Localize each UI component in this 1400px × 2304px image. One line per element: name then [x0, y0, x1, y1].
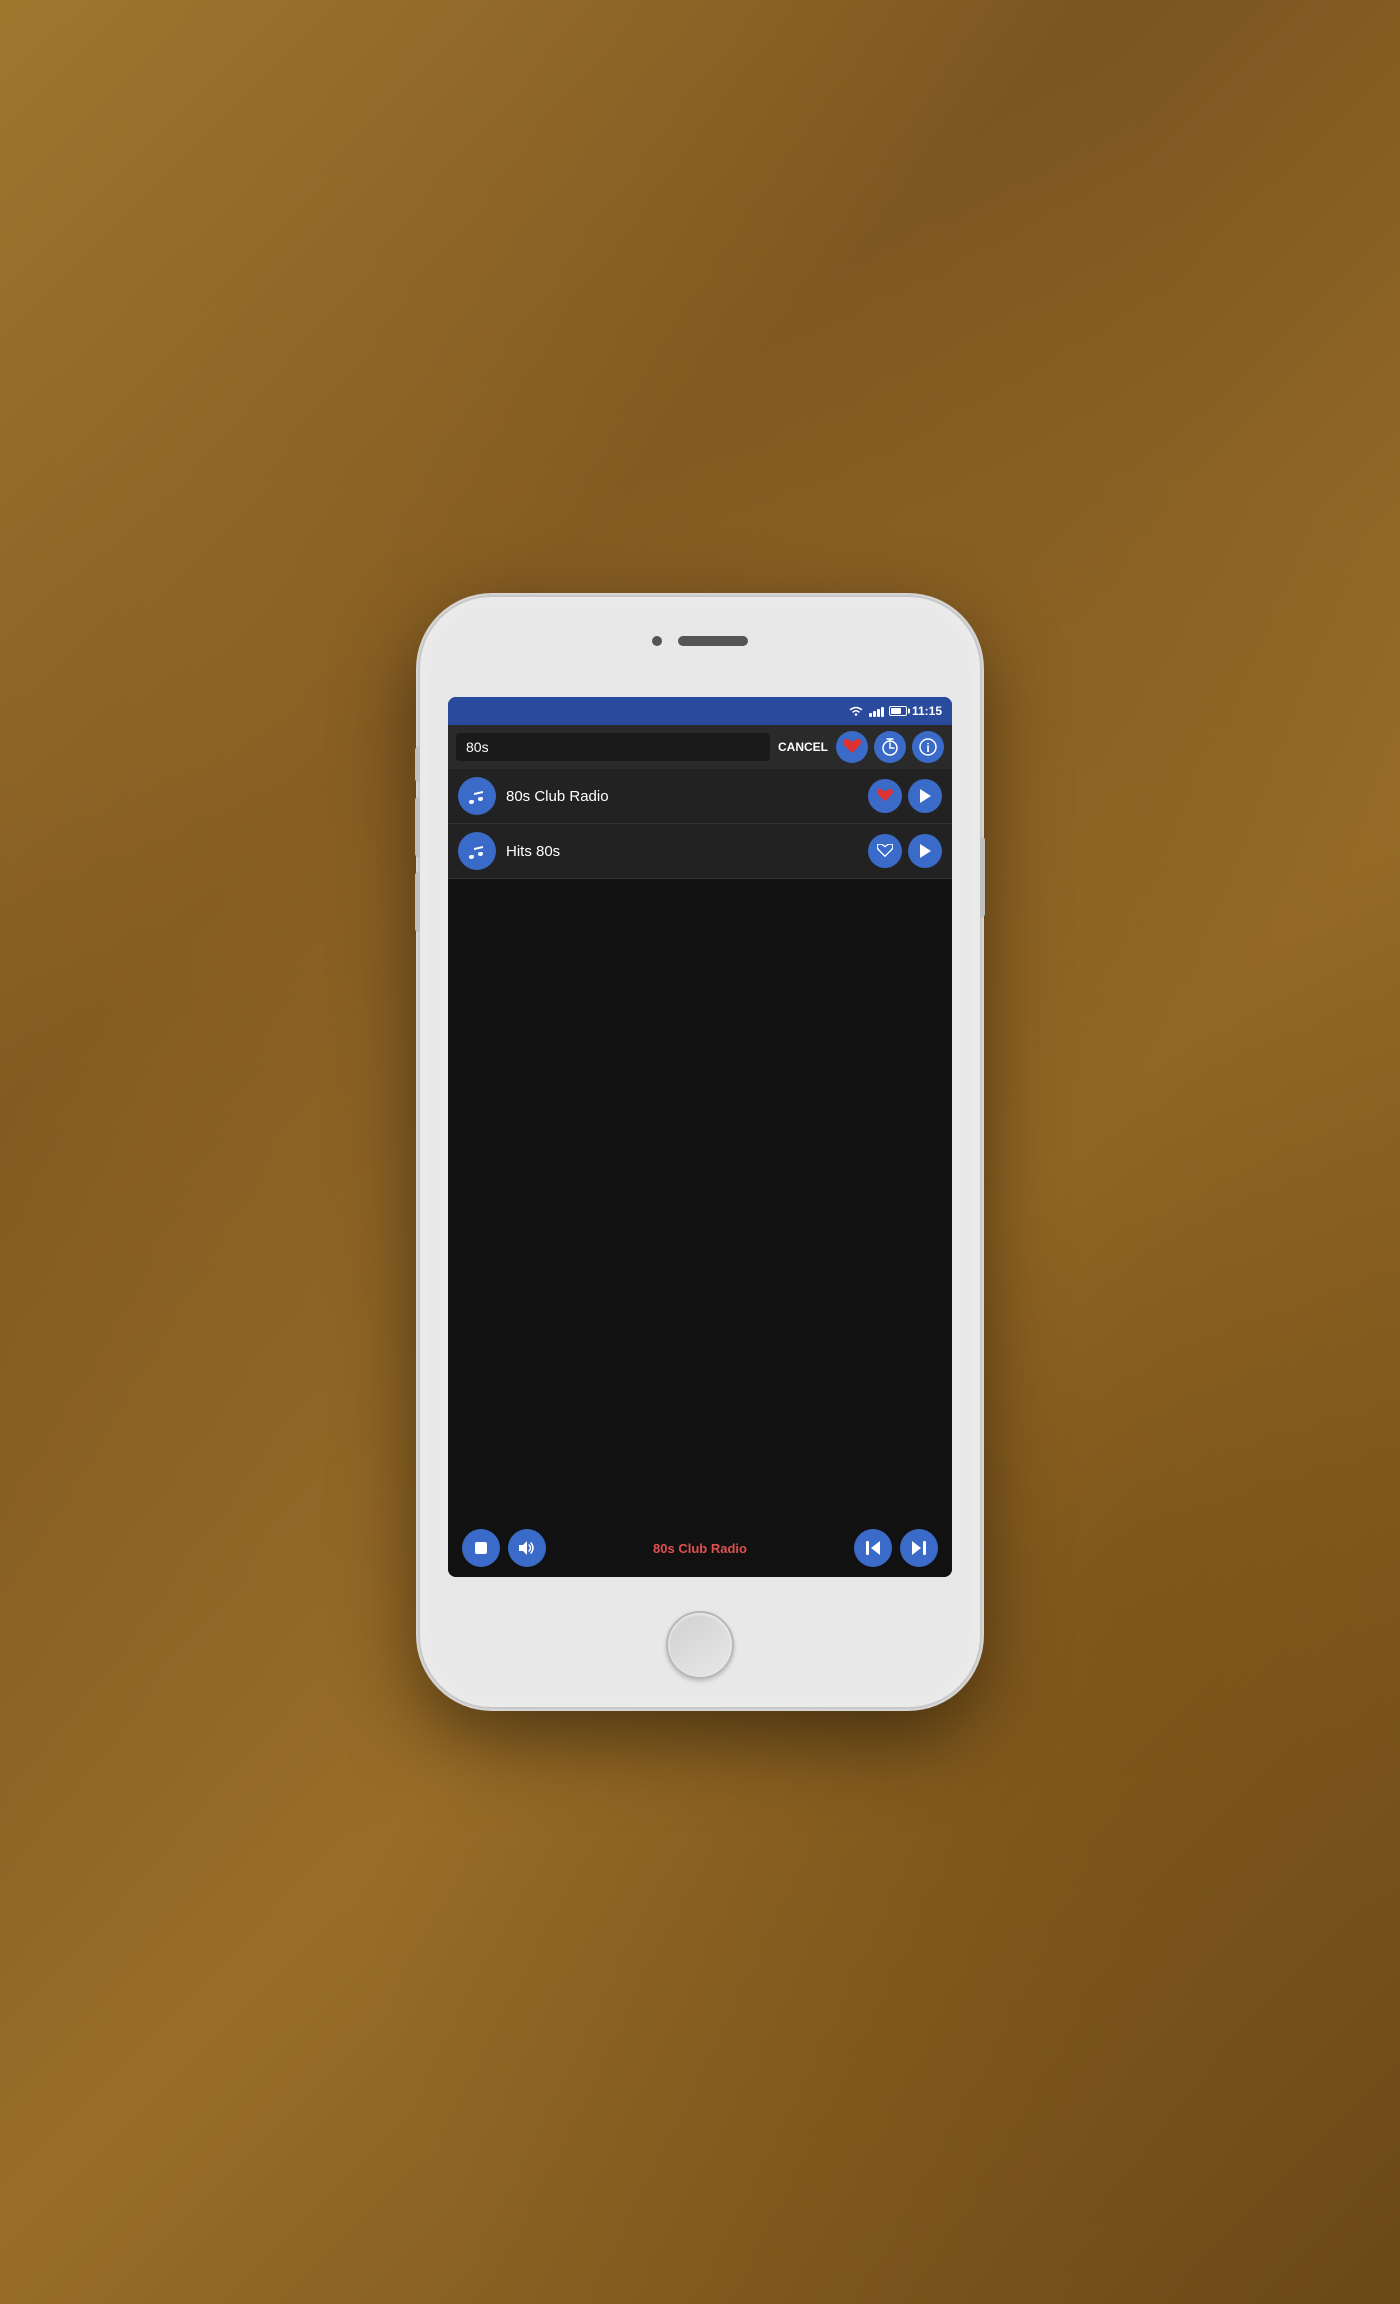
station-name-2: Hits 80s [506, 843, 858, 860]
svg-text:i: i [926, 741, 929, 755]
app-container: 11:15 CANCEL [448, 697, 952, 1577]
volume-icon [518, 1540, 536, 1556]
wifi-icon [848, 705, 864, 717]
heart-filled-icon [877, 789, 893, 803]
phone-frame: 11:15 CANCEL [420, 597, 980, 1707]
play-button-2[interactable] [908, 834, 942, 868]
timer-button[interactable] [874, 731, 906, 763]
favorite-button-1[interactable] [868, 779, 902, 813]
station-row: Hits 80s [448, 824, 952, 879]
info-icon: i [919, 738, 937, 756]
station-music-icon [458, 832, 496, 870]
timer-icon [881, 738, 899, 756]
bottom-bar: 80s Club Radio [448, 1519, 952, 1577]
cancel-button[interactable]: CANCEL [776, 736, 830, 758]
heart-outline-icon [877, 844, 893, 858]
status-icons: 11:15 [848, 704, 942, 718]
station-row: 80s Club Radio [448, 769, 952, 824]
music-note-icon [467, 842, 487, 860]
next-icon [911, 1540, 927, 1556]
stop-button[interactable] [462, 1529, 500, 1567]
favorite-button-2[interactable] [868, 834, 902, 868]
speaker-grille [678, 636, 748, 646]
search-bar: CANCEL [448, 725, 952, 769]
prev-button[interactable] [854, 1529, 892, 1567]
volume-up-button[interactable] [415, 797, 420, 857]
info-button[interactable]: i [912, 731, 944, 763]
bottom-right-controls [854, 1529, 938, 1567]
status-bar: 11:15 [448, 697, 952, 725]
volume-down-button[interactable] [415, 872, 420, 932]
volume-button[interactable] [508, 1529, 546, 1567]
station-list: 80s Club Radio [448, 769, 952, 1519]
music-note-icon [467, 787, 487, 805]
now-playing-label: 80s Club Radio [554, 1541, 846, 1556]
battery-icon [889, 706, 907, 716]
signal-icon [869, 705, 884, 717]
play-button-1[interactable] [908, 779, 942, 813]
favorite-filter-button[interactable] [836, 731, 868, 763]
phone-screen: 11:15 CANCEL [448, 697, 952, 1577]
play-icon [918, 843, 932, 859]
front-camera [652, 636, 662, 646]
station-name-1: 80s Club Radio [506, 788, 858, 805]
heart-filled-icon [843, 739, 861, 755]
silent-button[interactable] [415, 747, 420, 782]
next-button[interactable] [900, 1529, 938, 1567]
phone-top-notch [610, 627, 790, 655]
station-actions-2 [868, 834, 942, 868]
station-music-icon [458, 777, 496, 815]
power-button[interactable] [980, 837, 985, 917]
home-button[interactable] [666, 1611, 734, 1679]
prev-icon [865, 1540, 881, 1556]
stop-icon [474, 1541, 488, 1555]
status-time: 11:15 [912, 704, 942, 718]
play-icon [918, 788, 932, 804]
station-actions-1 [868, 779, 942, 813]
search-input[interactable] [456, 733, 770, 761]
